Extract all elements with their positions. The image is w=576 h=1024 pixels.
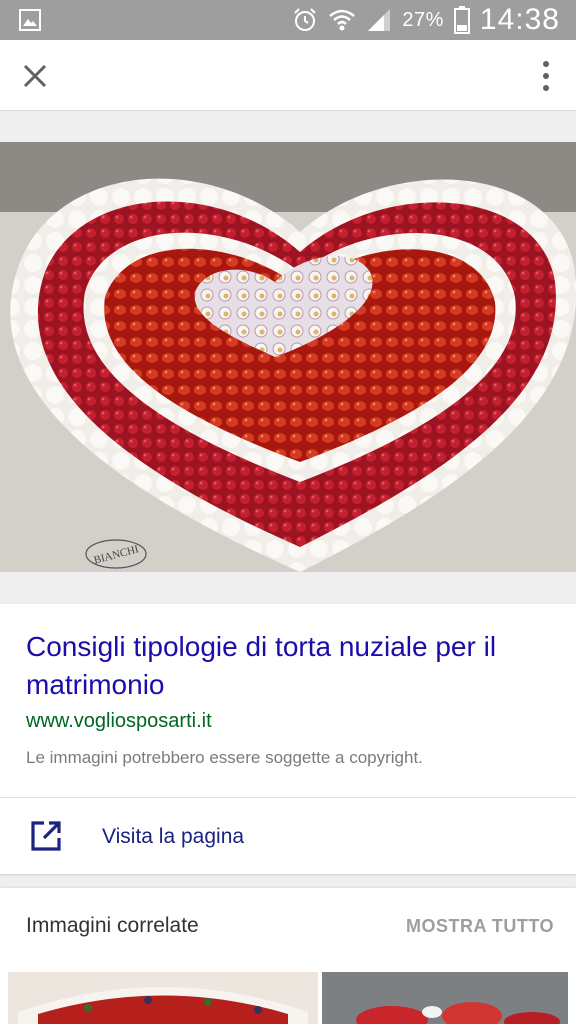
result-title[interactable]: Consigli tipologie di torta nuziale per … [26,628,556,704]
more-vert-icon[interactable] [540,60,552,92]
app-bar [0,40,576,111]
signal-icon [368,9,391,31]
show-all-button[interactable]: MOSTRA TUTTO [406,916,554,937]
copyright-note: Le immagini potrebbero essere soggette a… [26,748,423,767]
visit-page-button[interactable]: Visita la pagina [0,798,576,874]
battery-icon [453,6,470,34]
related-thumbnail[interactable] [8,972,318,1024]
thumbnail-image [8,972,318,1024]
close-icon[interactable] [20,61,50,91]
visit-page-label: Visita la pagina [102,825,245,848]
wifi-icon [329,9,356,31]
gallery-icon [19,9,41,31]
result-url[interactable]: www.vogliosposarti.it [26,710,212,733]
related-images-title: Immagini correlate [26,914,199,937]
cake-photo: BIANCHI [0,142,576,572]
result-image[interactable]: BIANCHI [0,142,576,572]
status-bar: 27% 14:38 [0,0,576,40]
thumbnail-image [322,972,568,1024]
related-images-card: Immagini correlate MOSTRA TUTTO [0,888,576,1024]
status-icons: 27% 14:38 [292,3,560,36]
result-info-card: Consigli tipologie di torta nuziale per … [0,604,576,874]
clock: 14:38 [479,3,560,36]
battery-percent: 27% [402,8,444,31]
open-in-new-icon [31,821,61,851]
alarm-icon [294,8,317,31]
related-thumbnail[interactable] [322,972,568,1024]
